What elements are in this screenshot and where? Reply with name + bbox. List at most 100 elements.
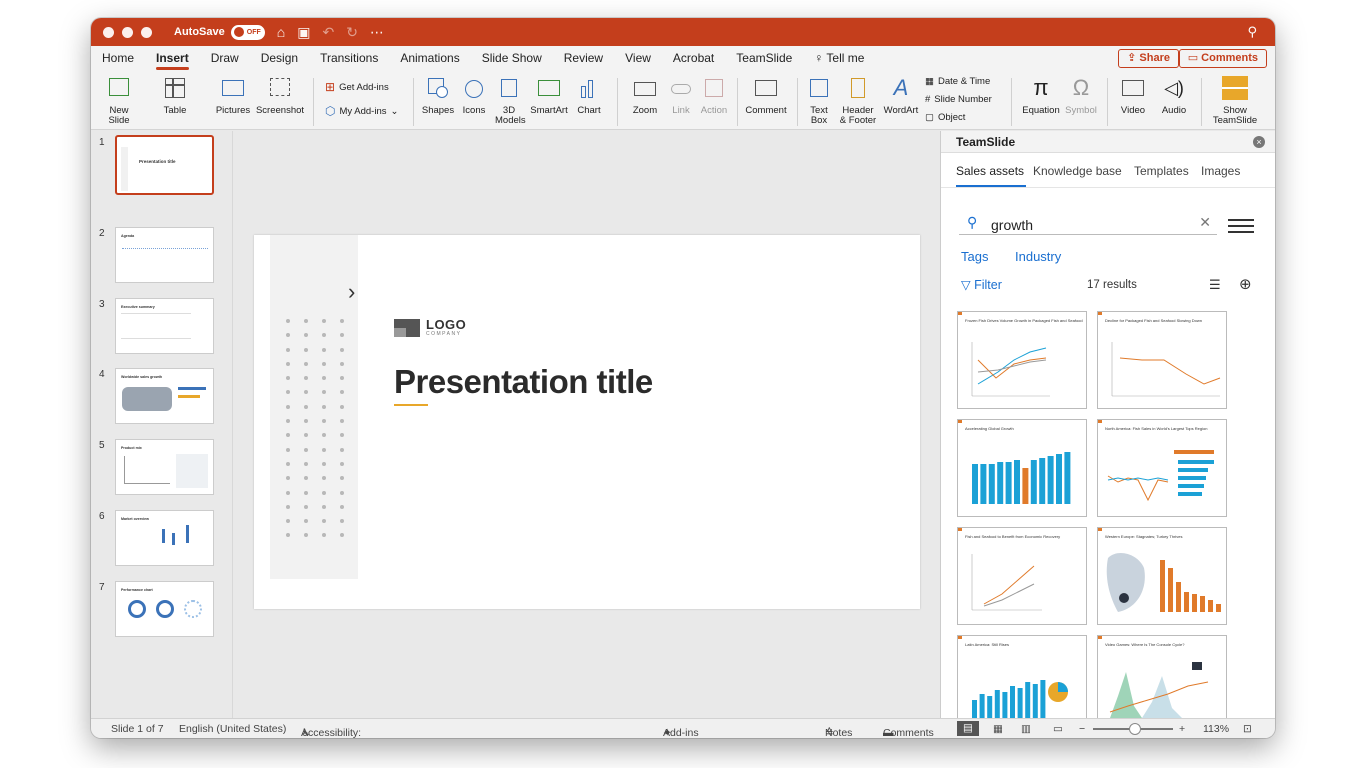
slide-number-button[interactable]: # Slide Number [925, 94, 992, 105]
tab-images[interactable]: Images [1201, 164, 1240, 178]
tab-animations[interactable]: Animations [389, 46, 470, 70]
dot [286, 347, 290, 352]
tab-teamslide[interactable]: TeamSlide [725, 46, 803, 70]
shapes-button[interactable]: Shapes [419, 76, 457, 116]
zoom-level[interactable]: 113% [1203, 723, 1229, 735]
my-addins-button[interactable]: ⬡ My Add-ins ⌄ [325, 104, 398, 118]
chart-button[interactable]: Chart [571, 76, 607, 116]
slide-thumbnail-5[interactable]: Product mix [115, 439, 214, 495]
screenshot-button[interactable]: Screenshot [255, 76, 305, 116]
home-icon[interactable]: ⌂ [277, 24, 285, 40]
smartart-button[interactable]: SmartArt [527, 76, 571, 116]
chart-icon [575, 76, 603, 102]
object-button[interactable]: ▢ Object [925, 112, 965, 123]
tab-review[interactable]: Review [553, 46, 614, 70]
object-label: Object [937, 112, 966, 123]
tab-acrobat[interactable]: Acrobat [662, 46, 725, 70]
slide-thumbnail-3[interactable]: Executive summary [115, 298, 214, 354]
filter-button[interactable]: ▽ Filter [961, 277, 1002, 292]
slide-title[interactable]: Presentation title [394, 363, 653, 401]
close-icon[interactable]: × [1253, 136, 1265, 148]
save-icon[interactable]: ▣ [297, 24, 310, 41]
search-icon[interactable]: ⚲ [1247, 24, 1257, 40]
grid-view-button[interactable]: ▦ [993, 723, 1003, 735]
tab-transitions[interactable]: Transitions [309, 46, 389, 70]
slide-thumbnail-1[interactable]: Presentation title [115, 135, 214, 195]
slide-thumbnail-7[interactable]: Performance chart [115, 581, 214, 637]
icons-button[interactable]: Icons [457, 76, 491, 116]
dot [286, 476, 290, 481]
search-value: growth [991, 217, 1034, 233]
video-button[interactable]: Video [1113, 76, 1153, 116]
text-box-button[interactable]: Text Box [803, 76, 835, 126]
tags-link[interactable]: Tags [961, 249, 988, 264]
dot [340, 361, 344, 366]
close-window-button[interactable] [103, 26, 114, 38]
tab-insert[interactable]: Insert [145, 46, 200, 70]
zoom-window-button[interactable] [141, 26, 152, 38]
tab-view[interactable]: View [614, 46, 662, 70]
result-card[interactable]: Frozen Fish Drives Volume Growth in Pack… [957, 311, 1087, 409]
tab-knowledge-base[interactable]: Knowledge base [1033, 164, 1122, 178]
symbol-button[interactable]: Ω Symbol [1063, 76, 1099, 116]
table-button[interactable]: Table [155, 76, 195, 116]
result-card[interactable]: Decline for Packaged Fish and Seafood Sl… [1097, 311, 1227, 409]
clear-icon[interactable]: ✕ [1199, 214, 1211, 231]
autosave-toggle[interactable]: OFF [230, 24, 265, 40]
thumbnail-bar [1064, 452, 1071, 504]
industry-link[interactable]: Industry [1015, 249, 1061, 264]
slide-thumbnail-6[interactable]: Market overview [115, 510, 214, 566]
tab-home[interactable]: Home [91, 46, 145, 70]
shapes-label: Shapes [421, 105, 455, 116]
reading-view-button[interactable]: ▥ [1021, 723, 1031, 735]
language-indicator[interactable]: English (United States) [179, 723, 286, 735]
share-button[interactable]: ⇪ Share [1118, 49, 1179, 68]
wordart-button[interactable]: A WordArt [881, 76, 921, 116]
pictures-button[interactable]: Pictures [211, 76, 255, 116]
zoom-button[interactable]: Zoom [627, 76, 663, 116]
date-time-button[interactable]: ▦ Date & Time [925, 76, 990, 87]
result-card[interactable]: Accelerating Global Growth [957, 419, 1087, 517]
slide-thumbnail-4[interactable]: Worldwide sales growth [115, 368, 214, 424]
comment-button[interactable]: Comment [743, 76, 789, 116]
equation-button[interactable]: π Equation [1019, 76, 1063, 116]
search-input[interactable]: ⚲ growth ✕ [959, 211, 1217, 235]
comments-button[interactable]: ▭ Comments [1178, 49, 1267, 68]
more-icon[interactable]: ⋯ [370, 24, 384, 41]
get-addins-button[interactable]: ⊞ Get Add-ins [325, 80, 389, 94]
3d-models-button[interactable]: 3D Models [491, 76, 527, 126]
dot [322, 361, 326, 366]
normal-view-button[interactable]: ▤ [957, 721, 979, 736]
thumbnail-bar [987, 696, 993, 720]
tab-templates[interactable]: Templates [1134, 164, 1189, 178]
zoom-label: Zoom [632, 105, 658, 116]
zoom-out-button[interactable]: − [1079, 723, 1085, 735]
menu-icon[interactable] [1228, 219, 1254, 233]
new-slide-button[interactable]: New Slide [99, 76, 139, 126]
zoom-slider-thumb[interactable] [1129, 723, 1141, 735]
zoom-in-icon[interactable]: ⊕ [1239, 275, 1252, 293]
result-card[interactable]: North America: Fish Sales in World's Lar… [1097, 419, 1227, 517]
slide-thumbnail-2[interactable]: Agenda [115, 227, 214, 283]
show-teamslide-button[interactable]: Show TeamSlide [1209, 76, 1261, 126]
tab-design[interactable]: Design [250, 46, 309, 70]
tab-sales-assets[interactable]: Sales assets [956, 164, 1024, 178]
sort-list-icon[interactable]: ☰ [1209, 277, 1221, 293]
audio-button[interactable]: ◁) Audio [1155, 76, 1193, 116]
minimize-window-button[interactable] [122, 26, 133, 38]
slideshow-view-button[interactable]: ▭ [1053, 723, 1063, 735]
result-card[interactable]: Fish and Seafood to Benefit from Economi… [957, 527, 1087, 625]
undo-icon[interactable]: ↶ [322, 24, 334, 41]
ribbon-separator [313, 78, 314, 126]
header-footer-button[interactable]: Header & Footer [835, 76, 881, 126]
action-button[interactable]: Action [697, 76, 731, 116]
tab-draw[interactable]: Draw [200, 46, 250, 70]
tell-me[interactable]: ♀ Tell me [803, 46, 875, 70]
result-card[interactable]: Western Europe: Stagnates; Turkey Thrive… [1097, 527, 1227, 625]
tab-slide-show[interactable]: Slide Show [471, 46, 553, 70]
redo-icon[interactable]: ↻ [346, 24, 358, 41]
zoom-in-button[interactable]: + [1179, 723, 1185, 735]
current-slide[interactable]: › LOGO COMPANY Presentation title [254, 235, 920, 609]
fit-slide-icon[interactable]: ⊡ [1243, 723, 1252, 735]
link-button[interactable]: Link [665, 76, 697, 116]
